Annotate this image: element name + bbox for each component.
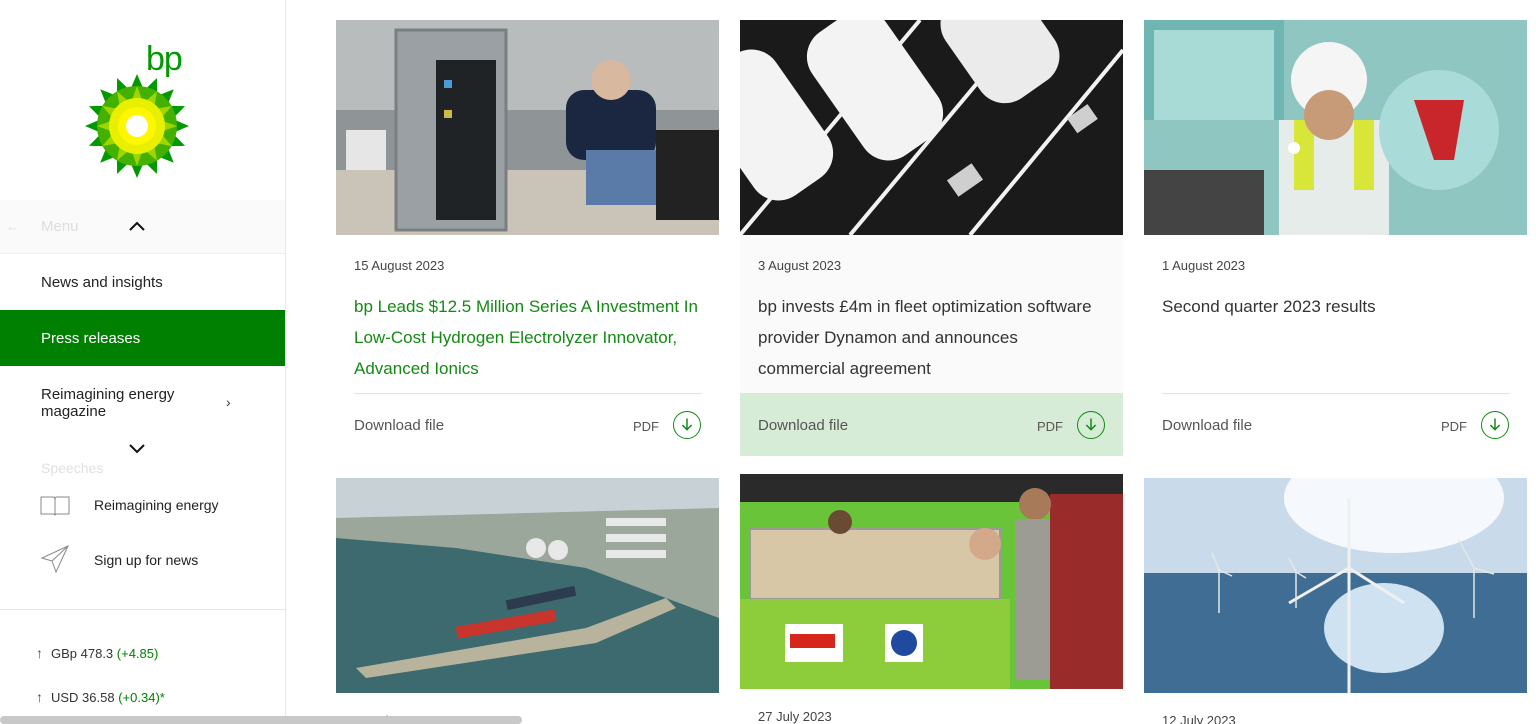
stock-price-gbp: ↑ GBp 478.3 (+4.85) — [36, 645, 158, 661]
card-body: 27 July 2023 — [740, 689, 1123, 724]
card-body: 12 July 2023 — [1144, 693, 1527, 724]
back-arrow-icon[interactable]: ← — [6, 219, 19, 234]
stock-value: USD 36.58 — [51, 690, 115, 705]
card-image-engineer[interactable] — [1144, 20, 1527, 235]
card-body: 1 August 2023 Second quarter 2023 result… — [1144, 235, 1527, 456]
download-file-row[interactable]: Download file PDF — [740, 393, 1123, 456]
sidebar: bp ← Menu News and insights Press releas… — [0, 0, 286, 724]
card-date: 15 August 2023 — [354, 258, 445, 273]
card-image-port[interactable] — [336, 478, 719, 693]
nav-reimagining-energy-magazine[interactable]: Reimagining energy magazine › — [0, 366, 285, 436]
press-release-card[interactable]: 12 July 2023 — [1144, 478, 1527, 724]
nav-label: Reimagining energy magazine — [41, 386, 175, 420]
bp-logo[interactable]: bp — [82, 40, 192, 180]
card-date: 27 July 2023 — [758, 709, 832, 724]
file-type-label: PDF — [1037, 419, 1063, 434]
download-icon[interactable] — [673, 411, 701, 439]
chevron-up-icon[interactable] — [128, 220, 146, 232]
card-date: 3 August 2023 — [758, 258, 842, 273]
stock-price-usd: ↑ USD 36.58 (+0.34)* — [36, 689, 165, 705]
file-type-label: PDF — [1441, 419, 1467, 434]
card-divider — [354, 393, 702, 394]
chevron-down-icon[interactable] — [128, 442, 146, 454]
card-date: 1 August 2023 — [1162, 258, 1246, 273]
download-icon[interactable] — [1077, 411, 1105, 439]
card-image-shop[interactable] — [740, 474, 1123, 689]
download-file-row[interactable]: Download file PDF — [336, 393, 719, 456]
link-reimagining-energy[interactable]: Reimagining energy — [0, 485, 285, 525]
stock-value: GBp 478.3 — [51, 646, 114, 661]
download-label: Download file — [758, 417, 849, 434]
file-type-label: PDF — [633, 419, 659, 434]
card-image-wind-farm[interactable] — [1144, 478, 1527, 693]
menu-header: ← Menu — [0, 200, 285, 254]
card-date: 12 July 2023 — [1162, 713, 1236, 724]
link-sign-up-for-news[interactable]: Sign up for news — [0, 540, 285, 580]
download-label: Download file — [1162, 417, 1253, 434]
card-divider — [1162, 393, 1510, 394]
stock-change: (+0.34)* — [118, 690, 165, 705]
download-icon[interactable] — [1481, 411, 1509, 439]
press-release-card[interactable]: 15 August 2023 bp Leads $12.5 Million Se… — [336, 20, 719, 456]
helios-icon — [85, 74, 189, 178]
download-file-row[interactable]: Download file PDF — [1144, 393, 1527, 456]
press-release-card[interactable]: 28 July 2023 — [336, 478, 719, 724]
card-title[interactable]: Second quarter 2023 results — [1162, 291, 1512, 322]
press-release-card[interactable]: 3 August 2023 bp invests £4m in fleet op… — [740, 20, 1123, 456]
card-title[interactable]: bp Leads $12.5 Million Series A Investme… — [354, 291, 704, 384]
nav-label: News and insights — [41, 274, 163, 291]
nav-press-releases[interactable]: Press releases — [0, 310, 285, 366]
card-body: 3 August 2023 bp invests £4m in fleet op… — [740, 235, 1123, 456]
paper-plane-icon — [40, 544, 70, 574]
arrow-up-icon: ↑ — [36, 689, 43, 705]
card-body: 15 August 2023 bp Leads $12.5 Million Se… — [336, 235, 719, 456]
link-label: Reimagining energy — [94, 497, 219, 513]
nav-speeches[interactable]: Speeches — [41, 460, 103, 476]
press-release-card[interactable]: 27 July 2023 — [740, 474, 1123, 724]
stock-change: (+4.85) — [116, 646, 159, 661]
menu-label: Menu — [41, 218, 79, 235]
link-label: Sign up for news — [94, 552, 199, 568]
chevron-right-icon: › — [226, 394, 231, 410]
download-label: Download file — [354, 417, 445, 434]
arrow-up-icon: ↑ — [36, 645, 43, 661]
sidebar-divider — [0, 609, 285, 610]
card-image-lab[interactable] — [336, 20, 719, 235]
card-image-vehicles[interactable] — [740, 20, 1123, 235]
horizontal-scrollbar[interactable] — [0, 716, 522, 724]
card-title[interactable]: bp invests £4m in fleet optimization sof… — [758, 291, 1108, 384]
book-icon — [40, 496, 70, 516]
press-release-card[interactable]: 1 August 2023 Second quarter 2023 result… — [1144, 20, 1527, 456]
nav-label: Press releases — [41, 330, 141, 347]
nav-news-and-insights[interactable]: News and insights — [0, 255, 285, 310]
